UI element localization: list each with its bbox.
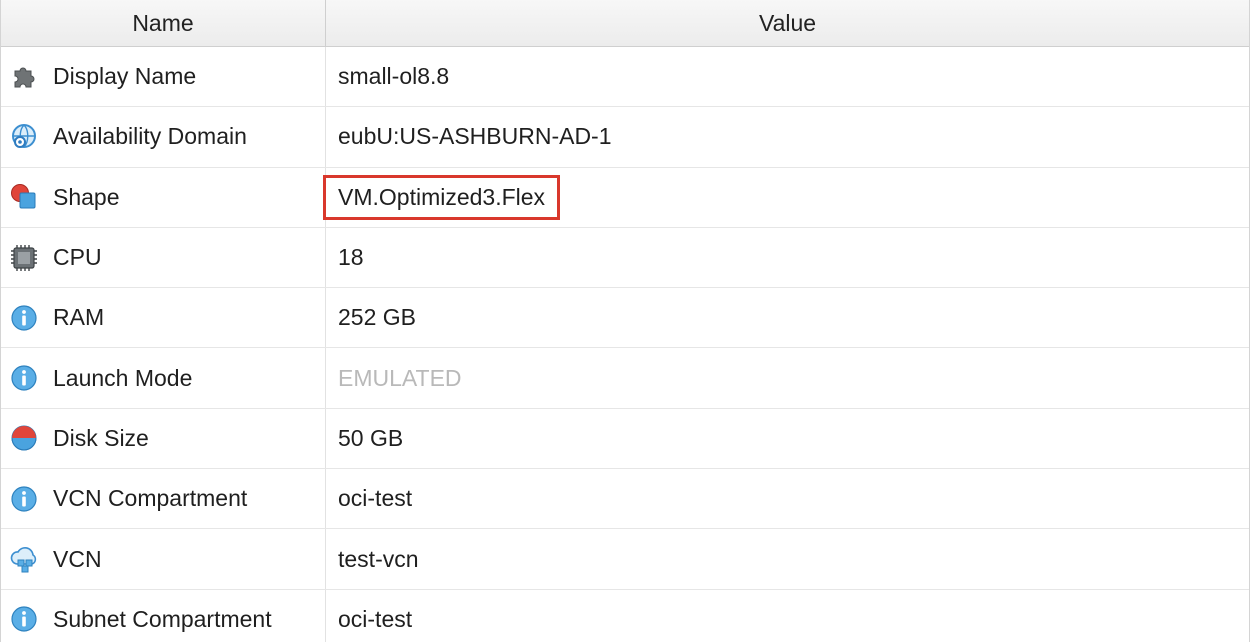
table-row[interactable]: CPU 18 (1, 227, 1249, 289)
property-value-cell: oci-test (326, 590, 1249, 642)
property-name-cell: VCN (1, 529, 326, 589)
property-value: 18 (338, 244, 364, 271)
table-row[interactable]: Display Name small-ol8.8 (1, 47, 1249, 108)
property-value: oci-test (338, 485, 413, 512)
table-row[interactable]: Launch Mode EMULATED (1, 348, 1249, 409)
property-value-disabled: EMULATED (338, 364, 462, 391)
column-header-name[interactable]: Name (1, 0, 326, 46)
property-value-cell: eubU:US-ASHBURN-AD-1 (326, 107, 1249, 166)
info-icon (9, 303, 39, 333)
property-name-cell: Launch Mode (1, 348, 326, 408)
property-name: RAM (53, 304, 105, 331)
property-value-cell: test-vcn (326, 529, 1249, 588)
property-value-cell: small-ol8.8 (326, 47, 1249, 106)
property-name: Subnet Compartment (53, 605, 272, 632)
property-name: VCN Compartment (53, 485, 248, 512)
property-name-cell: Availability Domain (1, 107, 326, 167)
info-icon (9, 363, 39, 393)
property-value-cell: 50 GB (326, 409, 1249, 468)
property-name-cell: VCN Compartment (1, 469, 326, 529)
highlighted-property-value: VM.Optimized3.Flex (323, 174, 561, 220)
table-row[interactable]: Availability Domain eubU:US-ASHBURN-AD-1 (1, 107, 1249, 168)
property-name: CPU (53, 244, 102, 271)
property-name: Availability Domain (53, 123, 247, 150)
property-name-cell: Subnet Compartment (1, 589, 326, 642)
property-name-cell: Disk Size (1, 408, 326, 469)
property-value: oci-test (338, 605, 413, 632)
property-name: Launch Mode (53, 364, 193, 391)
property-name: Display Name (53, 63, 197, 90)
puzzle-icon (9, 62, 39, 92)
chip-icon (9, 243, 39, 273)
property-name: Disk Size (53, 424, 149, 451)
disk-icon (9, 423, 39, 453)
info-icon (9, 604, 39, 634)
shape-icon (9, 182, 39, 212)
info-icon (9, 484, 39, 514)
property-value-cell: VM.Optimized3.Flex (323, 168, 1249, 227)
property-name-cell: RAM (1, 288, 326, 348)
property-value-cell: 18 (326, 228, 1249, 287)
table-row[interactable]: VCN test-vcn (1, 529, 1249, 590)
table-row[interactable]: RAM 252 GB (1, 288, 1249, 349)
property-name-cell: Shape (1, 167, 326, 227)
property-value: 252 GB (338, 304, 416, 331)
table-row[interactable]: Subnet Compartment oci-test (1, 589, 1249, 642)
properties-table: Name Value Display Name small-ol8.8 Avai… (0, 0, 1250, 642)
table-row[interactable]: Shape VM.Optimized3.Flex (1, 167, 1249, 228)
property-value: 50 GB (338, 424, 404, 451)
property-value: eubU:US-ASHBURN-AD-1 (338, 123, 612, 150)
table-row[interactable]: Disk Size 50 GB (1, 408, 1249, 470)
property-name-cell: Display Name (1, 47, 326, 107)
property-value: small-ol8.8 (338, 63, 450, 90)
property-value-cell: oci-test (326, 469, 1249, 528)
table-row[interactable]: VCN Compartment oci-test (1, 469, 1249, 530)
cloud-network-icon (9, 544, 39, 574)
property-name: Shape (53, 183, 120, 210)
property-value-cell: 252 GB (326, 288, 1249, 347)
column-header-value[interactable]: Value (326, 0, 1249, 46)
property-value: test-vcn (338, 545, 419, 572)
property-name: VCN (53, 545, 102, 572)
table-header: Name Value (1, 0, 1249, 47)
property-value-cell: EMULATED (326, 348, 1249, 407)
property-name-cell: CPU (1, 227, 326, 288)
globe-gear-icon (9, 122, 39, 152)
